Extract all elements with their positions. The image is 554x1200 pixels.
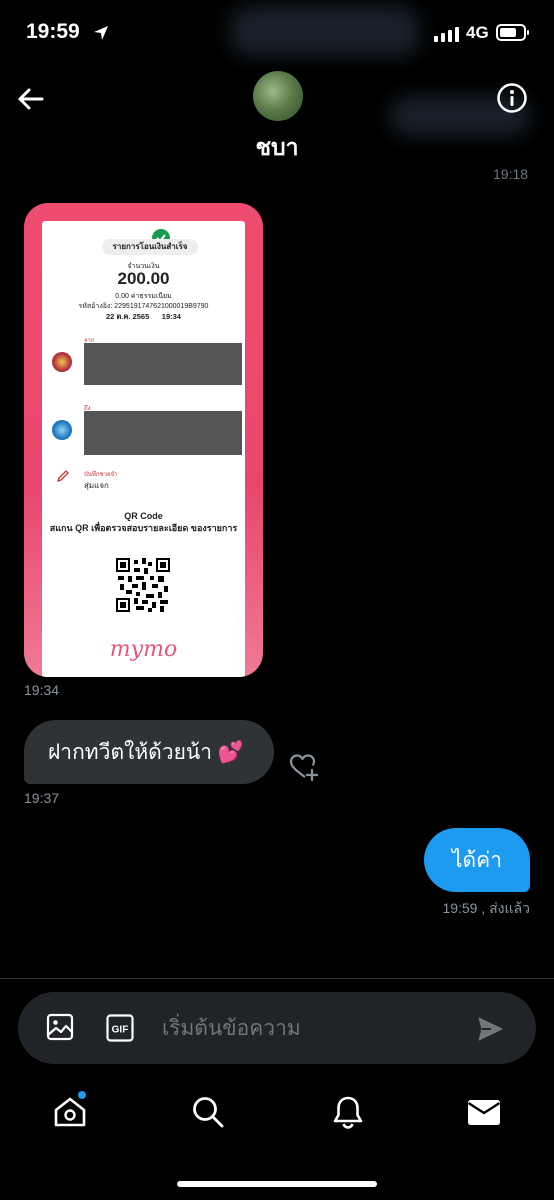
home-icon[interactable] (52, 1094, 88, 1130)
home-indicator (177, 1181, 377, 1187)
heart-plus-icon[interactable] (288, 752, 320, 784)
divider (0, 978, 554, 979)
gif-icon[interactable]: GIF (106, 1014, 134, 1042)
redacted-sender (84, 343, 242, 385)
pencil-icon (56, 470, 69, 483)
image-icon[interactable] (46, 1013, 74, 1041)
mail-icon[interactable] (466, 1094, 502, 1130)
message-timestamp: 19:18 (493, 166, 529, 182)
location-arrow-icon (94, 26, 108, 40)
info-icon[interactable] (496, 82, 528, 114)
notification-dot (78, 1091, 86, 1099)
status-time: 19:59 (26, 20, 80, 43)
qr-title: QR Code (124, 511, 163, 521)
receipt-title: รายการโอนเงินสำเร็จ (102, 239, 198, 255)
battery-icon (496, 24, 529, 41)
outgoing-message[interactable]: ได้ค่า (424, 828, 530, 892)
network-type: 4G (466, 23, 489, 42)
send-icon[interactable] (476, 1015, 504, 1043)
message-input[interactable] (160, 1006, 464, 1052)
image-message[interactable]: รายการโอนเงินสำเร็จ จำนวนเงิน 200.00 0.0… (24, 203, 263, 677)
memo-value: สุ่มแจก (84, 481, 109, 490)
blurred-area (230, 6, 420, 56)
qr-code (116, 558, 170, 612)
transfer-date: 22 ต.ค. 2565 (106, 312, 150, 321)
outgoing-status: 19:59 , ส่งแล้ว (442, 900, 530, 916)
search-icon[interactable] (190, 1094, 226, 1130)
gif-label: GIF (112, 1025, 129, 1036)
incoming-timestamp: 19:37 (24, 790, 60, 806)
qr-subtitle: สแกน QR เพื่อตรวจสอบรายละเอียด ของรายการ (49, 523, 238, 533)
signal-strength-icon (434, 26, 459, 42)
transfer-time: 19:34 (161, 312, 181, 321)
incoming-message[interactable]: ฝากทวีตให้ด้วยน้า 💕 (24, 720, 274, 784)
bell-icon[interactable] (330, 1094, 366, 1130)
redacted-receiver (84, 411, 242, 455)
avatar[interactable] (253, 71, 303, 121)
mymo-logo: mymo (109, 637, 178, 662)
transfer-datetime: 22 ต.ค. 2565 19:34 (42, 311, 245, 323)
back-arrow-icon[interactable] (14, 82, 48, 116)
memo-label: บันทึกช่วยจำ (84, 472, 118, 478)
receiver-bank-logo-icon (52, 420, 72, 440)
amount: 200.00 (117, 269, 170, 288)
contact-name[interactable]: ชบา (0, 130, 554, 166)
image-timestamp: 19:34 (24, 682, 60, 698)
transfer-receipt: รายการโอนเงินสำเร็จ จำนวนเงิน 200.00 0.0… (42, 221, 245, 677)
sender-bank-logo-icon (52, 352, 72, 372)
